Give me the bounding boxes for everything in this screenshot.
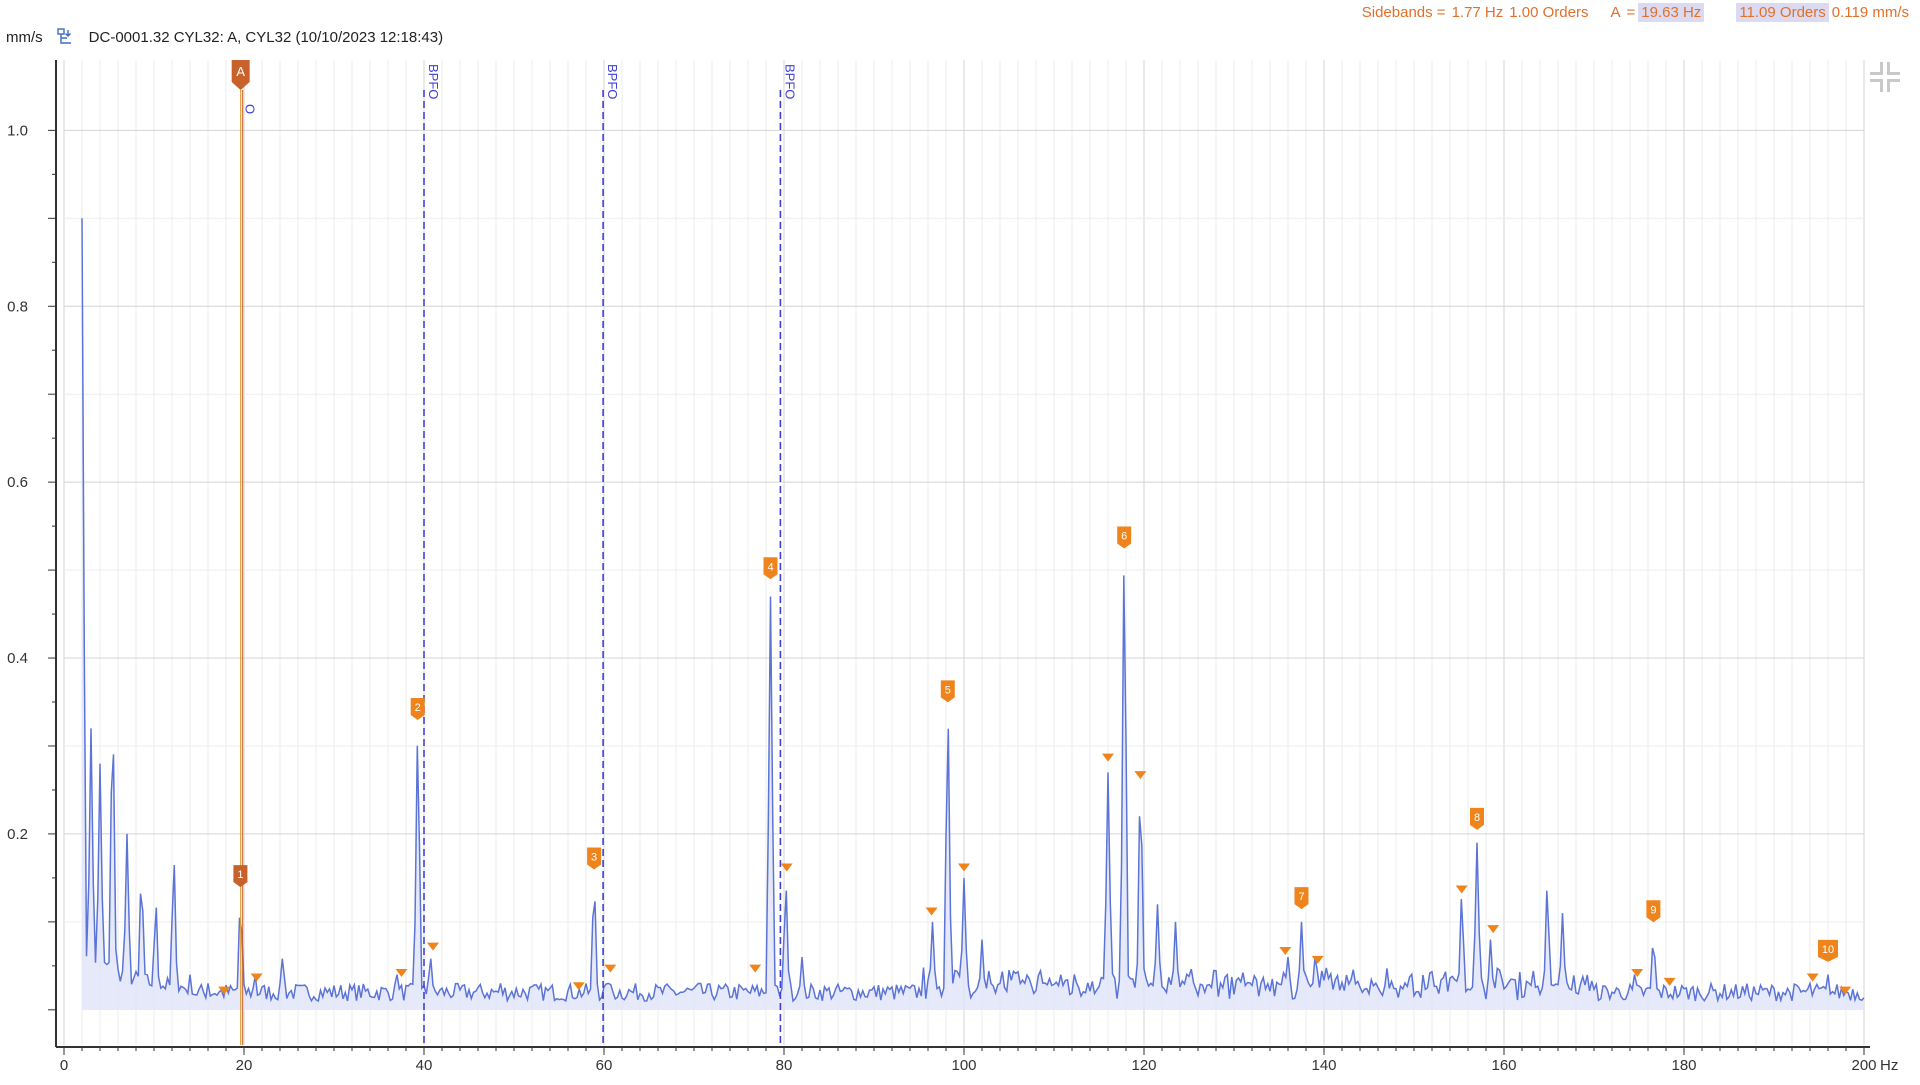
- cursor-hz: 19.63 Hz: [1638, 3, 1705, 22]
- bpfo-label: BPFO: [782, 64, 797, 99]
- x-tick-label: 20: [236, 1057, 253, 1074]
- chart-header: mm/s DC-0001.32 CYL32: A, CYL32 (10/10/2…: [6, 28, 443, 46]
- y-tick-label: 0.6: [7, 474, 28, 491]
- x-tick-label: 160: [1491, 1057, 1516, 1074]
- y-tick-label: 0.2: [7, 826, 28, 843]
- harmonic-marker-label: 4: [767, 561, 773, 573]
- x-tick-label: 100: [951, 1057, 976, 1074]
- cursor-label: A: [1610, 4, 1621, 21]
- x-tick-label: 140: [1311, 1057, 1336, 1074]
- top-bar: Sidebands = 1.77 Hz 1.00 Orders A = 19.6…: [0, 0, 1920, 50]
- harmonic-marker-label: 5: [945, 684, 951, 696]
- x-axis-label: Hz: [1880, 1057, 1898, 1074]
- zoom-reset-icon[interactable]: [1868, 60, 1902, 94]
- bpfo-label: BPFO: [426, 64, 441, 99]
- x-tick-label: 200: [1851, 1057, 1876, 1074]
- harmonic-marker-label: 9: [1650, 904, 1656, 916]
- harmonic-marker-label: 7: [1298, 891, 1304, 903]
- harmonic-marker-label: 2: [415, 702, 421, 714]
- cursor-amplitude: 0.119 mm/s: [1831, 4, 1909, 21]
- x-tick-label: 0: [60, 1057, 68, 1074]
- sideband-readout: Sidebands = 1.77 Hz 1.00 Orders A = 19.6…: [1359, 3, 1912, 22]
- unit-label: mm/s: [6, 28, 43, 46]
- cursor-tag-label: O: [243, 104, 258, 114]
- download-tree-icon[interactable]: [56, 28, 75, 46]
- y-tick-label: 1.0: [7, 122, 28, 139]
- sidebands-hz: 1.77 Hz: [1451, 4, 1504, 21]
- harmonic-marker-label: 10: [1822, 944, 1834, 956]
- sidebands-orders: 1.00 Orders: [1509, 4, 1589, 21]
- harmonic-marker-label: 1: [237, 869, 243, 881]
- y-tick-label: 0.8: [7, 298, 28, 315]
- harmonic-marker-label: 8: [1474, 812, 1480, 824]
- x-tick-label: 60: [596, 1057, 613, 1074]
- spectrum-svg[interactable]: BPFO BPFO BPFOAO123456789100 20 40 60 80 100 120…: [0, 50, 1920, 1080]
- cursor-orders: 11.09 Orders: [1736, 3, 1829, 22]
- x-tick-label: 40: [416, 1057, 433, 1074]
- x-tick-label: 180: [1671, 1057, 1696, 1074]
- chart-title: DC-0001.32 CYL32: A, CYL32 (10/10/2023 1…: [88, 28, 444, 46]
- sidebands-label: Sidebands =: [1361, 4, 1446, 21]
- harmonic-marker-label: 6: [1121, 531, 1127, 543]
- harmonic-marker-label: 3: [591, 852, 597, 864]
- cursor-flag-label: A: [236, 64, 245, 79]
- spectrum-chart[interactable]: BPFO BPFO BPFO A O 1 2 3 4 5 6 7 8 9 10 0 20 40 60 80 100 120…: [0, 50, 1920, 1080]
- y-tick-label: 0.4: [7, 650, 28, 667]
- cursor-equals: =: [1626, 4, 1636, 21]
- bpfo-label: BPFO: [605, 64, 620, 99]
- x-tick-label: 80: [776, 1057, 793, 1074]
- x-tick-label: 120: [1131, 1057, 1156, 1074]
